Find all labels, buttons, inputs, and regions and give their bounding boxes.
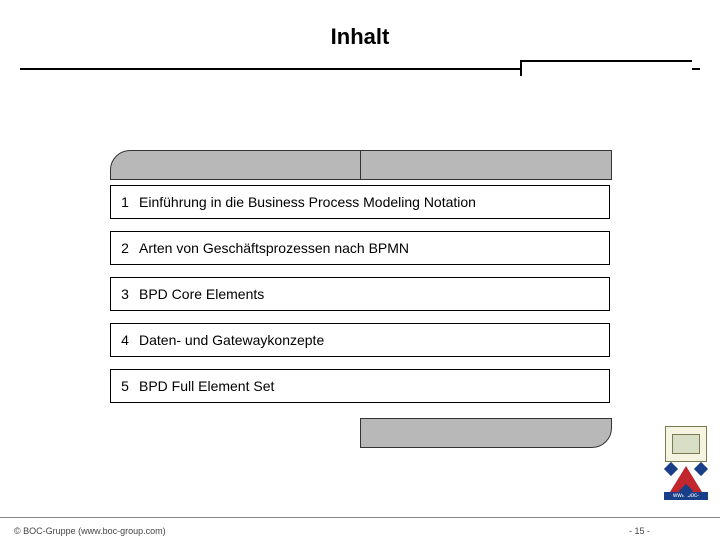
footer-rule bbox=[0, 517, 720, 518]
toc-item: 4 Daten- und Gatewaykonzepte bbox=[110, 323, 610, 357]
footer-copyright: © BOC-Gruppe (www.boc-group.com) bbox=[14, 526, 166, 536]
toc-label: Daten- und Gatewaykonzepte bbox=[139, 324, 609, 356]
toc-list: 1 Einführung in die Business Process Mod… bbox=[110, 185, 610, 415]
toc-item: 5 BPD Full Element Set bbox=[110, 369, 610, 403]
wu-wien-crest-icon bbox=[672, 434, 700, 454]
toc-item: 1 Einführung in die Business Process Mod… bbox=[110, 185, 610, 219]
decoration-bottom bbox=[360, 418, 612, 448]
boc-logo: www.boc-group.com bbox=[664, 466, 708, 510]
toc-item: 3 BPD Core Elements bbox=[110, 277, 610, 311]
slide: Inhalt 1 Einführung in die Business Proc… bbox=[0, 0, 720, 540]
toc-num: 3 bbox=[111, 278, 139, 310]
footer-page-number: - 15 - bbox=[629, 526, 650, 536]
toc-num: 5 bbox=[111, 370, 139, 402]
title-rule-tab bbox=[520, 60, 692, 76]
page-title: Inhalt bbox=[0, 24, 720, 50]
toc-item: 2 Arten von Geschäftsprozessen nach BPMN bbox=[110, 231, 610, 265]
toc-num: 4 bbox=[111, 324, 139, 356]
logo-block: www.boc-group.com bbox=[662, 426, 710, 510]
toc-label: Arten von Geschäftsprozessen nach BPMN bbox=[139, 232, 609, 264]
toc-num: 2 bbox=[111, 232, 139, 264]
toc-label: Einführung in die Business Process Model… bbox=[139, 186, 609, 218]
decoration-top-left bbox=[110, 150, 362, 180]
toc-num: 1 bbox=[111, 186, 139, 218]
toc-label: BPD Full Element Set bbox=[139, 370, 609, 402]
toc-label: BPD Core Elements bbox=[139, 278, 609, 310]
wu-wien-logo bbox=[665, 426, 707, 462]
decoration-top-right bbox=[360, 150, 612, 180]
